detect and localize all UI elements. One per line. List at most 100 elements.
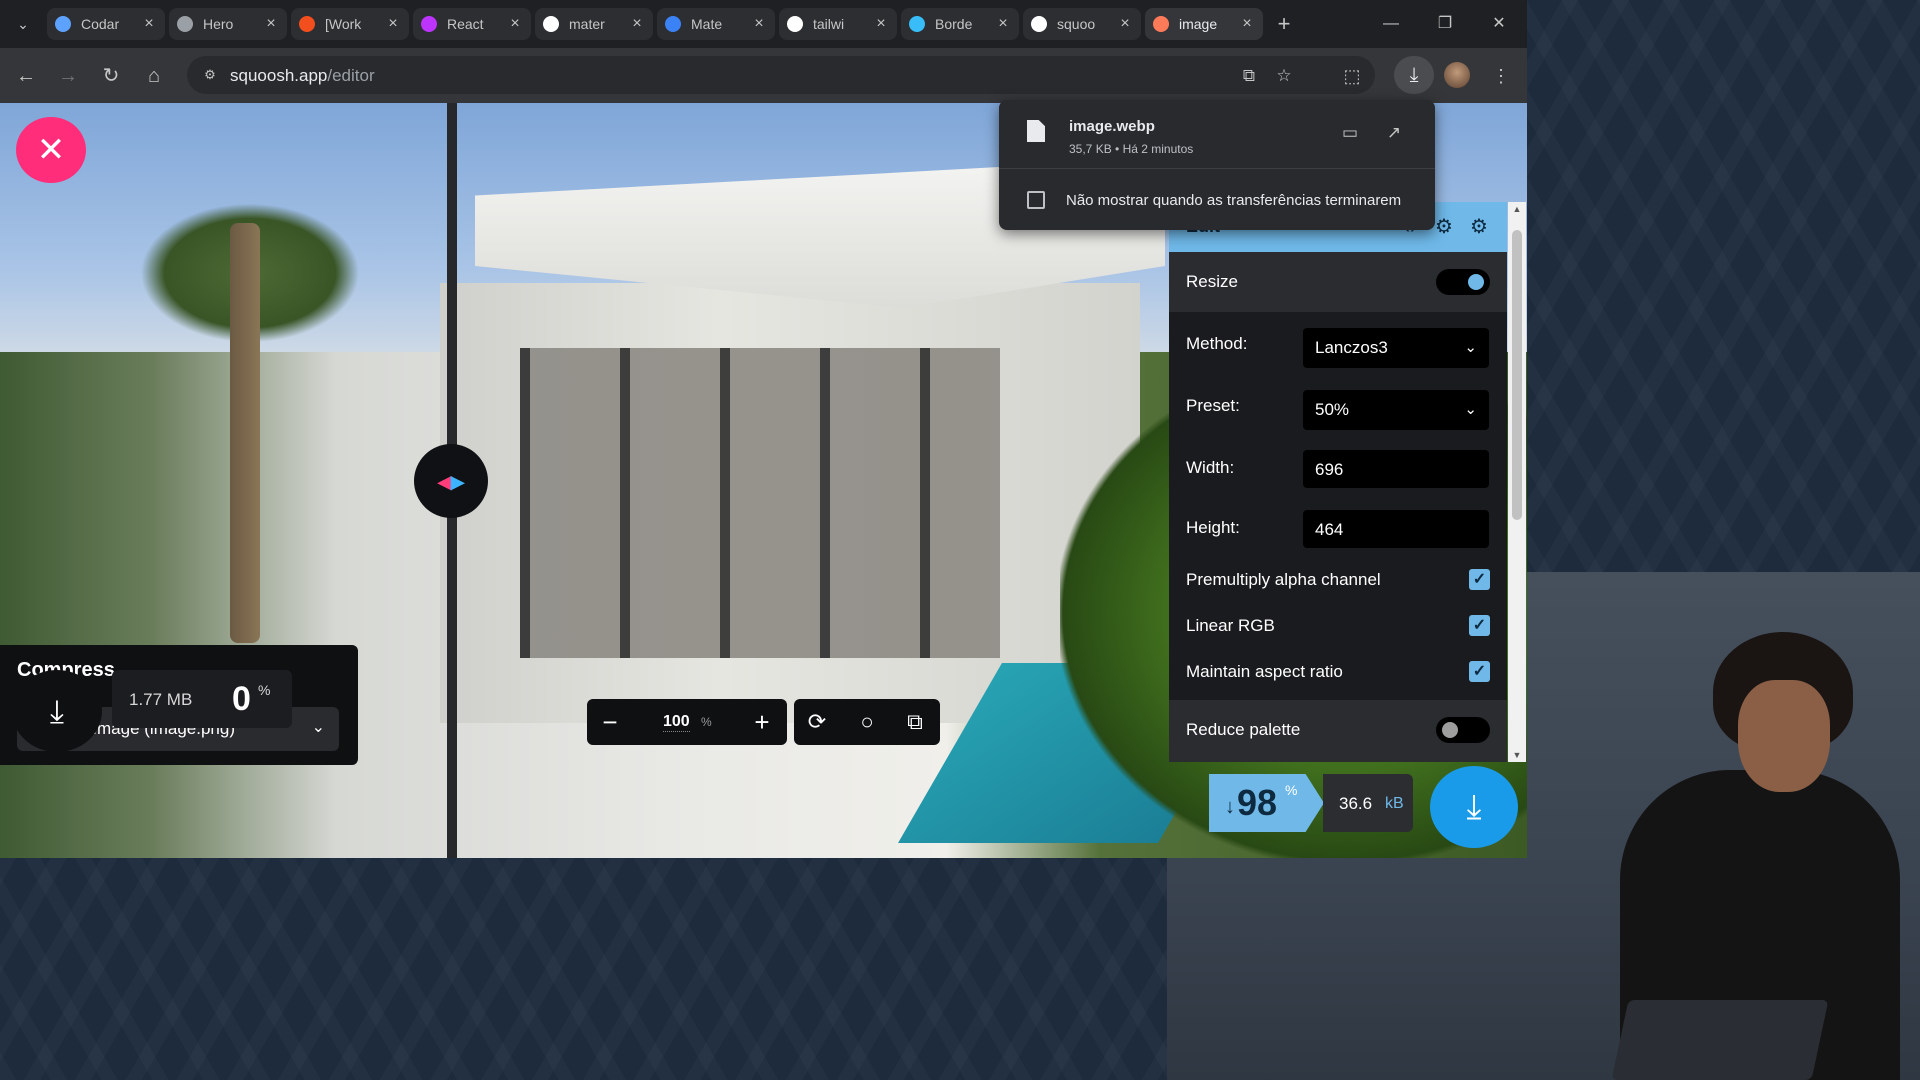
browser-tab[interactable]: [Work × [291,8,409,40]
resize-label: Resize [1186,272,1238,291]
browser-tab[interactable]: image × [1145,8,1263,40]
height-row: Height: 464 [1169,498,1507,558]
bookmark-star-icon[interactable]: ☆ [1272,64,1296,88]
install-app-icon[interactable]: ⧉ [1237,64,1261,88]
google-favicon-icon [543,16,559,32]
tab-close-icon[interactable]: × [1117,15,1133,33]
reduce-palette-row: Reduce palette [1169,700,1507,762]
extensions-icon[interactable]: ⬚ [1336,60,1368,92]
downloads-icon[interactable]: ⤓ [1394,56,1434,94]
preset-select[interactable]: 50% ⌄ [1303,390,1489,430]
presenter-laptop [1611,1000,1829,1080]
open-external-icon[interactable]: ↗ [1381,120,1407,146]
home-icon[interactable]: ⌂ [138,60,170,92]
reduction-arrow-icon: ↓ [1225,796,1235,818]
tab-list: Codar × Hero × [Work × React × mater × Mate × tailwi… [47,8,1267,40]
tab-close-icon[interactable]: × [1239,15,1255,33]
tab-close-icon[interactable]: × [629,15,645,33]
original-percent: 0 [232,680,251,718]
reduce-palette-toggle[interactable] [1436,717,1490,743]
address-bar[interactable]: ⚙ squoosh.app/editor ⧉ ☆ [187,56,1375,94]
zoom-in-button[interactable]: + [745,705,779,739]
preset-label: Preset: [1186,396,1240,415]
method-value: Lanczos3 [1315,338,1388,357]
method-label: Method: [1186,334,1248,353]
zoom-value[interactable]: 100 [663,713,690,732]
scroll-down-icon[interactable]: ▼ [1508,748,1526,762]
downloads-divider [999,168,1435,169]
tab-close-icon[interactable]: × [263,15,279,33]
browser-tab[interactable]: tailwi × [779,8,897,40]
site-info-icon[interactable]: ⚙ [201,66,219,84]
height-input[interactable]: 464 [1303,510,1489,548]
tab-title: image [1179,16,1218,32]
download-original-button[interactable]: ⤓ [12,670,102,752]
method-select[interactable]: Lanczos3 ⌄ [1303,328,1489,368]
tab-strip: ⌄ Codar × Hero × [Work × React × mater × Mate × tail… [0,0,1527,48]
tab-title: mater [569,16,605,32]
browser-tab[interactable]: Codar × [47,8,165,40]
background-toggle-icon[interactable]: ○ [850,705,884,739]
tab-close-icon[interactable]: × [995,15,1011,33]
tab-close-icon[interactable]: × [385,15,401,33]
linear-rgb-checkbox[interactable]: ✓ [1469,615,1490,636]
scrollbar-thumb[interactable] [1512,230,1522,520]
google-favicon-icon [1031,16,1047,32]
tailwind-favicon-icon [909,16,925,32]
edit-panel-scrollbar[interactable]: ▲ ▼ [1508,202,1526,762]
browser-tab[interactable]: Mate × [657,8,775,40]
rotate-icon[interactable]: ⟳ [800,705,834,739]
browser-tab[interactable]: mater × [535,8,653,40]
browser-tab[interactable]: React × [413,8,531,40]
browser-tab[interactable]: Borde × [901,8,1019,40]
profile-avatar[interactable] [1444,62,1470,88]
tab-close-icon[interactable]: × [141,15,157,33]
download-result-button[interactable]: ⤓ [1430,766,1518,848]
zoom-out-button[interactable]: − [593,705,627,739]
tab-close-icon[interactable]: × [873,15,889,33]
forward-icon[interactable]: → [52,60,84,92]
compare-slider-handle[interactable]: ◂ ▸ [414,444,488,518]
resize-toggle[interactable] [1436,269,1490,295]
reload-icon[interactable]: ↻ [95,60,127,92]
aspect-checkbox[interactable]: ✓ [1469,661,1490,682]
browser-tab[interactable]: squoo × [1023,8,1141,40]
view-controls: ⟳ ○ ⧉ [794,699,940,745]
original-size: 1.77 MB [129,690,193,709]
browser-tab[interactable]: Hero × [169,8,287,40]
tab-title: Mate [691,16,723,32]
new-tab-button[interactable]: + [1268,8,1300,40]
premultiply-checkbox[interactable]: ✓ [1469,569,1490,590]
linear-rgb-row: Linear RGB ✓ [1169,604,1507,650]
chevron-down-icon: ⌄ [311,719,325,736]
side-by-side-icon[interactable]: ⧉ [898,705,932,739]
width-label: Width: [1186,458,1235,477]
result-size-box: 36.6 kB [1323,774,1413,832]
scroll-up-icon[interactable]: ▲ [1508,202,1526,216]
download-meta: 35,7 KB • Há 2 minutos [1069,142,1194,156]
tab-title: squoo [1057,16,1096,32]
browser-toolbar: ← → ↻ ⌂ ⚙ squoosh.app/editor ⧉ ☆ ⬚ ⋮ [0,48,1527,103]
minimize-icon[interactable]: — [1364,0,1418,48]
premultiply-row: Premultiply alpha channel ✓ [1169,558,1507,604]
download-filename[interactable]: image.webp [1069,118,1155,135]
back-icon[interactable]: ← [10,60,42,92]
tab-close-icon[interactable]: × [507,15,523,33]
show-in-folder-icon[interactable]: ▭ [1337,120,1363,146]
close-window-icon[interactable]: ✕ [1472,0,1526,48]
hide-downloads-checkbox[interactable] [1027,191,1045,209]
tab-title: React [447,16,484,32]
mui-favicon-icon [665,16,681,32]
height-value: 464 [1315,520,1344,539]
restore-icon[interactable]: ❐ [1418,0,1472,48]
width-input[interactable]: 696 [1303,450,1489,488]
close-editor-button[interactable]: ✕ [16,117,86,183]
result-size-unit: kB [1385,795,1404,812]
tab-search-icon[interactable]: ⌄ [8,10,38,38]
google-favicon-icon [787,16,803,32]
tab-title: Borde [935,16,973,32]
url-text[interactable]: squoosh.app/editor [230,66,375,86]
settings-outline-icon[interactable]: ⚙ [1466,214,1492,240]
menu-icon[interactable]: ⋮ [1485,60,1517,92]
tab-close-icon[interactable]: × [751,15,767,33]
